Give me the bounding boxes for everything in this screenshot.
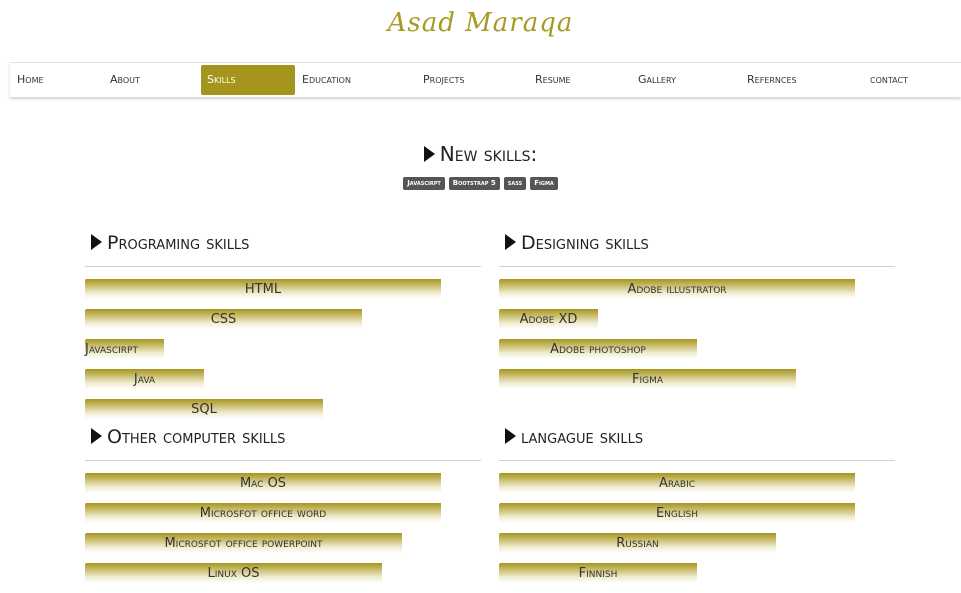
skill-powerpoint: Microsfot office powerpoint: [85, 533, 481, 563]
skill-arabic: Arabic: [499, 473, 895, 503]
triangle-right-icon: [505, 428, 516, 444]
nav-projects[interactable]: Projects: [423, 65, 464, 95]
skill-name: Figma: [631, 372, 664, 387]
skill-finnish: Finnish: [499, 563, 895, 593]
skill-name: Javascirpt: [85, 342, 138, 357]
triangle-right-icon: [91, 234, 102, 250]
section-title: Programing skills: [85, 230, 481, 256]
new-skills-heading: New skills:: [0, 142, 961, 166]
skill-name: Linux OS: [207, 566, 260, 581]
section-title: Other computer skills: [85, 424, 481, 450]
skill-name: Finnish: [578, 566, 618, 581]
section-programming: Programing skills HTML CSS Javascirpt Ja…: [85, 230, 481, 429]
skill-javascript: Javascirpt: [85, 339, 481, 369]
skill-macos: Mac OS: [85, 473, 481, 503]
brand-logo[interactable]: Asad Maraqa: [0, 8, 961, 38]
skill-photoshop: Adobe photoshop: [499, 339, 895, 369]
nav-about[interactable]: About: [110, 65, 140, 95]
skill-russian: Russian: [499, 533, 895, 563]
skill-name: Adobe photoshop: [550, 342, 646, 357]
nav-skills[interactable]: Skills: [201, 65, 295, 95]
section-language: langague skills Arabic English Russian F…: [499, 424, 895, 593]
new-skills-title: New skills:: [439, 142, 538, 166]
skill-name: Mac OS: [239, 476, 287, 491]
nav-contact[interactable]: contact: [870, 65, 908, 95]
skill-name: Russian: [616, 536, 659, 551]
new-skills-badges: Javascirpt Bootstrap 5 sass Figma: [0, 177, 961, 190]
skill-xd: Adobe XD: [499, 309, 895, 339]
skill-html: HTML: [85, 279, 481, 309]
skill-name: Adobe illustrator: [627, 282, 727, 297]
section-title: langague skills: [499, 424, 895, 450]
skill-name: SQL: [191, 402, 217, 417]
skill-figma: Figma: [499, 369, 895, 399]
nav-resume[interactable]: Resume: [535, 65, 571, 95]
badge-javascript: Javascirpt: [403, 177, 445, 190]
badge-bootstrap: Bootstrap 5: [448, 177, 500, 190]
skill-css: CSS: [85, 309, 481, 339]
skill-name: Java: [133, 372, 156, 387]
triangle-right-icon: [91, 428, 102, 444]
divider: [499, 266, 895, 267]
skill-name: Arabic: [658, 476, 696, 491]
skill-illustrator: Adobe illustrator: [499, 279, 895, 309]
section-designing: Designing skills Adobe illustrator Adobe…: [499, 230, 895, 399]
section-other-computer: Other computer skills Mac OS Microsfot o…: [85, 424, 481, 593]
divider: [85, 460, 481, 461]
nav-references[interactable]: Refernces: [747, 65, 797, 95]
badge-figma: Figma: [530, 177, 558, 190]
skill-english: English: [499, 503, 895, 533]
skill-name: English: [655, 506, 699, 521]
skill-name: Microsfot office powerpoint: [164, 536, 323, 551]
skill-name: Microsfot office word: [199, 506, 327, 521]
skill-linux: Linux OS: [85, 563, 481, 593]
skill-name: CSS: [210, 312, 237, 327]
skill-name: HTML: [244, 282, 282, 297]
triangle-right-icon: [505, 234, 516, 250]
section-title: Designing skills: [499, 230, 895, 256]
nav-gallery[interactable]: Gallery: [638, 65, 676, 95]
nav-home[interactable]: Home: [17, 65, 44, 95]
skill-java: Java: [85, 369, 481, 399]
badge-sass: sass: [503, 177, 527, 190]
skill-word: Microsfot office word: [85, 503, 481, 533]
nav-education[interactable]: Education: [302, 65, 351, 95]
divider: [499, 460, 895, 461]
main-nav: Home About Skills Education Projects Res…: [10, 62, 961, 97]
skill-name: Adobe XD: [519, 312, 578, 327]
triangle-right-icon: [423, 146, 435, 162]
divider: [85, 266, 481, 267]
